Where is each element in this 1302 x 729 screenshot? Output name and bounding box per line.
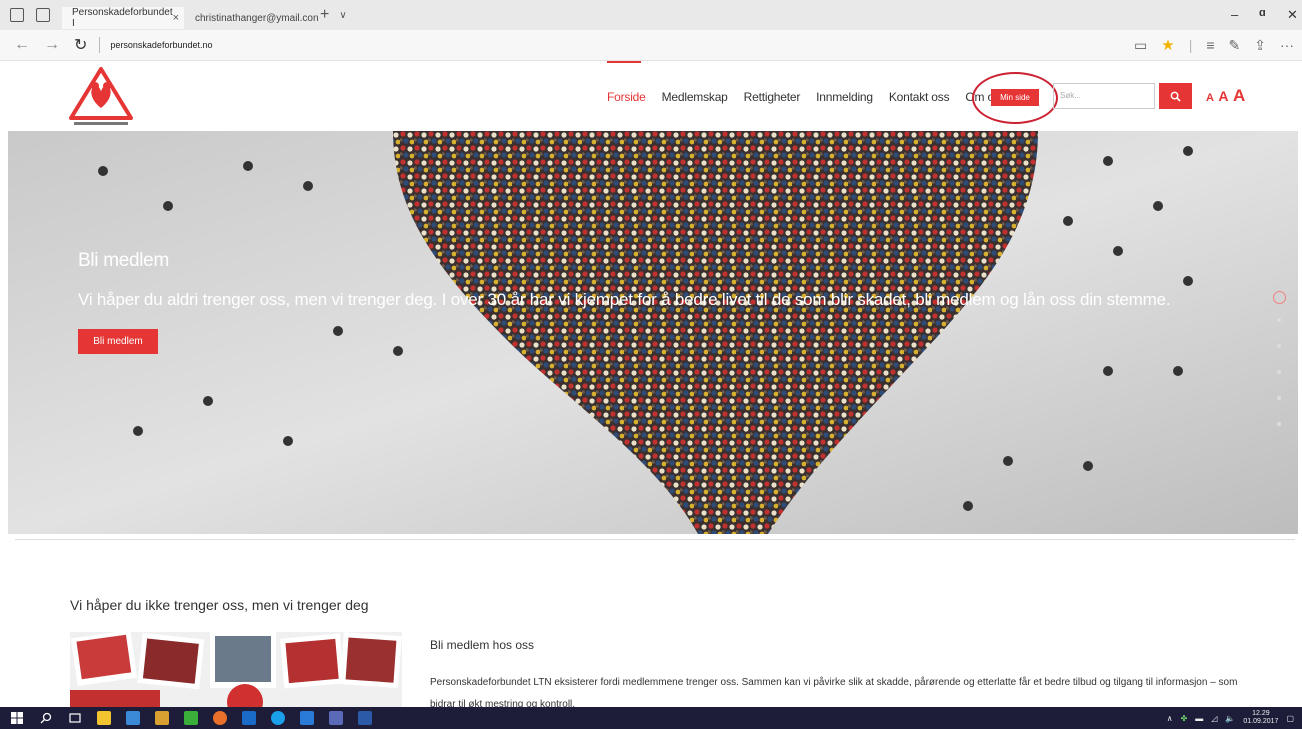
- hero-banner: Bli medlem Vi håper du aldri trenger oss…: [8, 131, 1298, 534]
- search-button[interactable]: [1159, 83, 1192, 109]
- section-divider: [15, 539, 1295, 540]
- menu-item-medlemskap[interactable]: Medlemskap: [662, 90, 728, 104]
- slider-dots: [1273, 291, 1286, 448]
- minimize-button[interactable]: –: [1231, 7, 1238, 22]
- forward-arrow-icon[interactable]: →: [44, 36, 60, 54]
- hero-text: Vi håper du aldri trenger oss, men vi tr…: [78, 290, 1171, 309]
- battery-icon[interactable]: ▬: [1195, 714, 1203, 723]
- set-aside-tabs-icon[interactable]: [36, 8, 50, 22]
- site-header: Forside Medlemskap Rettigheter Innmeldin…: [0, 61, 1302, 131]
- firefox-icon[interactable]: [213, 711, 227, 725]
- font-size-medium[interactable]: A: [1218, 88, 1228, 104]
- crowd-heart-image: [8, 131, 1298, 534]
- windows-start-icon[interactable]: [10, 711, 24, 725]
- browser-toolbar: ▭ ★ | ≡ ✎ ⇪ ···: [1134, 36, 1294, 55]
- menu-item-innmelding[interactable]: Innmelding: [816, 90, 873, 104]
- close-window-button[interactable]: ✕: [1287, 7, 1298, 23]
- favorite-star-icon[interactable]: ★: [1161, 36, 1174, 54]
- clock-date: 01.09.2017: [1243, 718, 1279, 725]
- font-size-small[interactable]: A: [1206, 92, 1214, 104]
- notifications-icon[interactable]: ▢: [1286, 714, 1294, 723]
- share-icon[interactable]: ⇪: [1254, 37, 1266, 54]
- refresh-icon[interactable]: ↻: [74, 35, 87, 55]
- menu-item-rettigheter[interactable]: Rettigheter: [744, 90, 801, 104]
- camtasia-icon[interactable]: [184, 711, 198, 725]
- menu-item-forside[interactable]: Forside: [607, 90, 646, 104]
- ltn-logo-icon[interactable]: [68, 66, 134, 130]
- address-bar: ← → ↻ personskadeforbundet.no ▭ ★ | ≡ ✎ …: [0, 30, 1302, 61]
- slider-dot-active[interactable]: [1273, 291, 1286, 304]
- word-icon[interactable]: [358, 711, 372, 725]
- tab-personskadeforbundet[interactable]: Personskadeforbundet I ×: [62, 7, 184, 29]
- volume-icon[interactable]: 🔈: [1225, 714, 1235, 723]
- tab-list-icon[interactable]: [10, 8, 24, 22]
- tab-preview-chevron-icon[interactable]: ∨: [339, 10, 346, 21]
- outlook-icon[interactable]: [242, 711, 256, 725]
- font-size-large[interactable]: A: [1233, 86, 1245, 106]
- tab-label: Personskadeforbundet I: [72, 7, 173, 29]
- skype-icon[interactable]: [271, 711, 285, 725]
- tab-mail[interactable]: christinathanger@ymail.con: [184, 7, 319, 29]
- search-input[interactable]: Søk...: [1053, 83, 1155, 109]
- web-note-icon[interactable]: ✎: [1229, 37, 1241, 54]
- hub-icon[interactable]: ≡: [1206, 37, 1214, 53]
- tab-close-icon[interactable]: ×: [173, 12, 179, 24]
- file-explorer-icon[interactable]: [97, 711, 111, 725]
- photo-collage-image: [70, 632, 402, 710]
- wifi-icon[interactable]: ◿: [1211, 714, 1217, 723]
- search-icon[interactable]: [39, 711, 53, 725]
- task-view-icon[interactable]: [68, 711, 82, 725]
- hero-title: Bli medlem: [78, 250, 169, 271]
- section-title: Vi håper du ikke trenger oss, men vi tre…: [70, 597, 369, 613]
- system-tray: ∧ ✤ ▬ ◿ 🔈 12.29 01.09.2017 ▢: [1167, 710, 1294, 726]
- menu-item-kontakt-oss[interactable]: Kontakt oss: [889, 90, 950, 104]
- slider-dot[interactable]: [1277, 396, 1281, 400]
- maximize-button[interactable]: ɑ: [1259, 7, 1266, 19]
- toolbar-separator: |: [1188, 37, 1193, 53]
- slider-dot[interactable]: [1277, 422, 1281, 426]
- active-menu-indicator: [607, 61, 641, 63]
- tab-label: christinathanger@ymail.con: [195, 12, 319, 24]
- bli-medlem-button[interactable]: Bli medlem: [78, 329, 158, 354]
- app-icon[interactable]: [329, 711, 343, 725]
- clock[interactable]: 12.29 01.09.2017: [1243, 710, 1278, 726]
- slider-dot[interactable]: [1277, 370, 1281, 374]
- annotation-circle: [972, 72, 1058, 124]
- slider-dot[interactable]: [1277, 344, 1281, 348]
- main-menu: Forside Medlemskap Rettigheter Innmeldin…: [607, 90, 1022, 104]
- store-icon[interactable]: [126, 711, 140, 725]
- font-size-controls: A A A: [1206, 86, 1245, 106]
- more-icon[interactable]: ···: [1280, 37, 1294, 53]
- url-field[interactable]: personskadeforbundet.no: [99, 37, 212, 53]
- new-tab-button[interactable]: +: [320, 6, 329, 24]
- tray-chevron-icon[interactable]: ∧: [1167, 714, 1173, 723]
- slider-dot[interactable]: [1277, 318, 1281, 322]
- search-icon: [1170, 91, 1181, 102]
- app-icon[interactable]: [155, 711, 169, 725]
- edge-icon[interactable]: [300, 711, 314, 725]
- back-arrow-icon[interactable]: ←: [14, 36, 30, 54]
- browser-tab-bar: Personskadeforbundet I × christinathange…: [0, 0, 1302, 30]
- windows-taskbar: ∧ ✤ ▬ ◿ 🔈 12.29 01.09.2017 ▢: [0, 707, 1302, 729]
- clock-time: 12.29: [1252, 710, 1270, 717]
- network-app-icon[interactable]: ✤: [1181, 714, 1188, 723]
- reading-view-icon[interactable]: ▭: [1134, 37, 1147, 54]
- content-subheading: Bli medlem hos oss: [430, 638, 535, 652]
